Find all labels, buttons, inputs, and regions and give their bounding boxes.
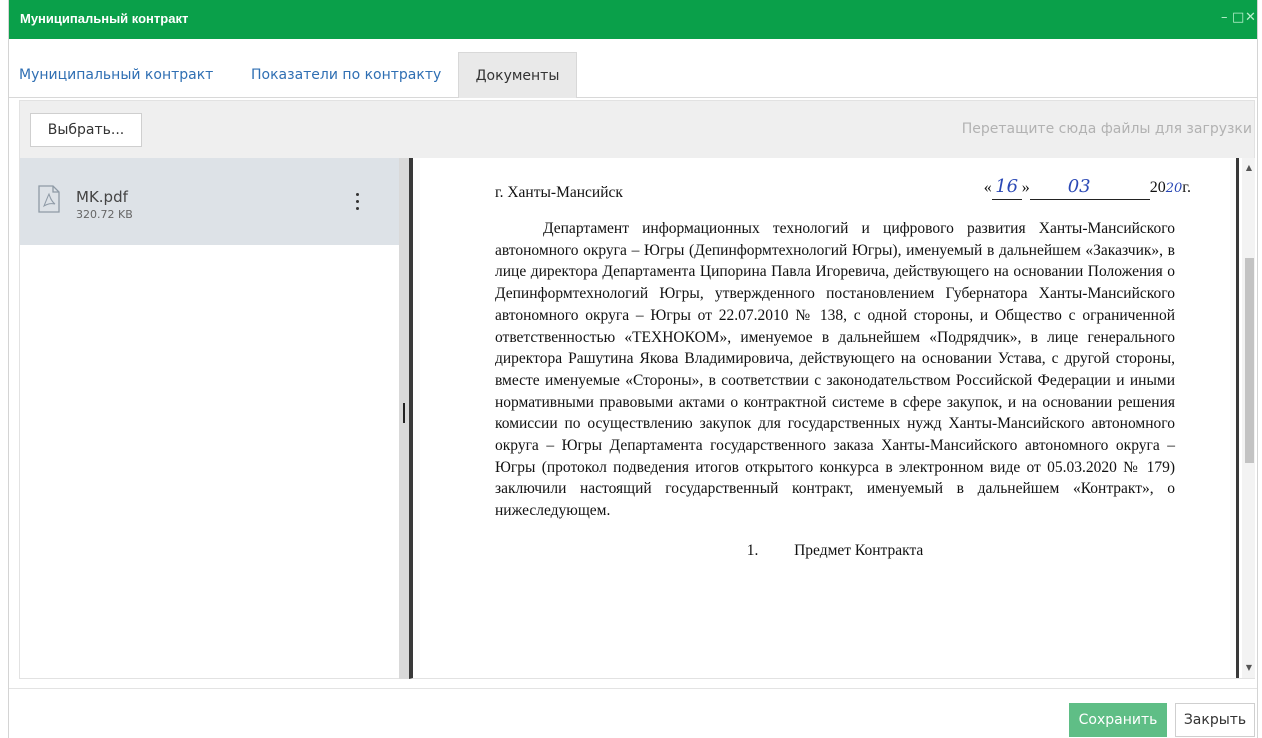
window-title: Муниципальный контракт xyxy=(20,11,189,26)
splitter-grip-icon[interactable] xyxy=(403,403,405,423)
document-date: «16» 03 2020г. xyxy=(984,176,1191,200)
scroll-down-icon[interactable]: ▼ xyxy=(1245,664,1253,672)
more-options-icon[interactable] xyxy=(348,190,368,214)
document-city: г. Ханты-Мансийск xyxy=(495,184,623,201)
date-open-quote: « xyxy=(983,179,992,196)
scroll-up-icon[interactable]: ▲ xyxy=(1245,164,1253,172)
window-titlebar[interactable]: Муниципальный контракт – □ ✕ xyxy=(9,0,1257,39)
document-text: г. Ханты-Мансийск «16» 03 2020г. Департаме… xyxy=(495,176,1191,562)
pdf-file-icon xyxy=(38,185,60,213)
drop-zone-hint: Перетащите сюда файлы для загрузки xyxy=(961,121,1252,137)
file-list-item[interactable]: MK.pdf 320.72 KB xyxy=(20,158,400,245)
close-button[interactable]: Закрыть xyxy=(1175,703,1255,737)
contract-window: Муниципальный контракт – □ ✕ Муниципальн… xyxy=(8,0,1258,738)
date-close-quote: » xyxy=(1021,179,1030,196)
date-year-prefix: 20 xyxy=(1149,179,1166,196)
tab-municipal-contract[interactable]: Муниципальный контракт xyxy=(19,52,213,98)
document-viewer: г. Ханты-Мансийск «16» 03 2020г. Департаме… xyxy=(409,158,1255,679)
document-page: г. Ханты-Мансийск «16» 03 2020г. Департаме… xyxy=(413,158,1239,678)
footer-divider xyxy=(9,688,1257,689)
date-day: 16 xyxy=(995,176,1019,197)
file-list: MK.pdf 320.72 KB xyxy=(19,158,400,679)
file-name: MK.pdf xyxy=(76,188,128,206)
contract-preamble: Департамент информационных технологий и … xyxy=(495,220,1175,520)
tab-contract-indicators[interactable]: Показатели по контракту xyxy=(251,52,441,98)
minimize-icon[interactable]: – xyxy=(1221,11,1228,25)
upload-toolbar[interactable]: Выбрать... Перетащите сюда файлы для заг… xyxy=(19,100,1255,158)
scroll-thumb[interactable] xyxy=(1245,258,1254,463)
maximize-icon[interactable]: □ xyxy=(1232,11,1244,25)
tab-documents[interactable]: Документы xyxy=(458,52,577,98)
date-year-suffix: г. xyxy=(1182,179,1191,196)
file-size: 320.72 KB xyxy=(76,208,133,221)
viewer-scrollbar[interactable]: ▲ ▼ xyxy=(1242,158,1255,678)
section-title: Предмет Контракта xyxy=(794,541,924,559)
section-heading: 1. Предмет Контракта xyxy=(495,540,1175,562)
close-icon[interactable]: ✕ xyxy=(1245,11,1256,25)
date-year-handwritten: 20 xyxy=(1165,181,1183,196)
section-number: 1. xyxy=(746,541,759,559)
pane-splitter[interactable] xyxy=(399,158,409,679)
save-button[interactable]: Сохранить xyxy=(1069,703,1167,737)
document-header: г. Ханты-Мансийск «16» 03 2020г. xyxy=(495,176,1191,212)
tab-bar: Муниципальный контракт Показатели по кон… xyxy=(9,52,1257,98)
choose-file-button[interactable]: Выбрать... xyxy=(30,113,142,147)
date-month: 03 xyxy=(1067,176,1091,197)
